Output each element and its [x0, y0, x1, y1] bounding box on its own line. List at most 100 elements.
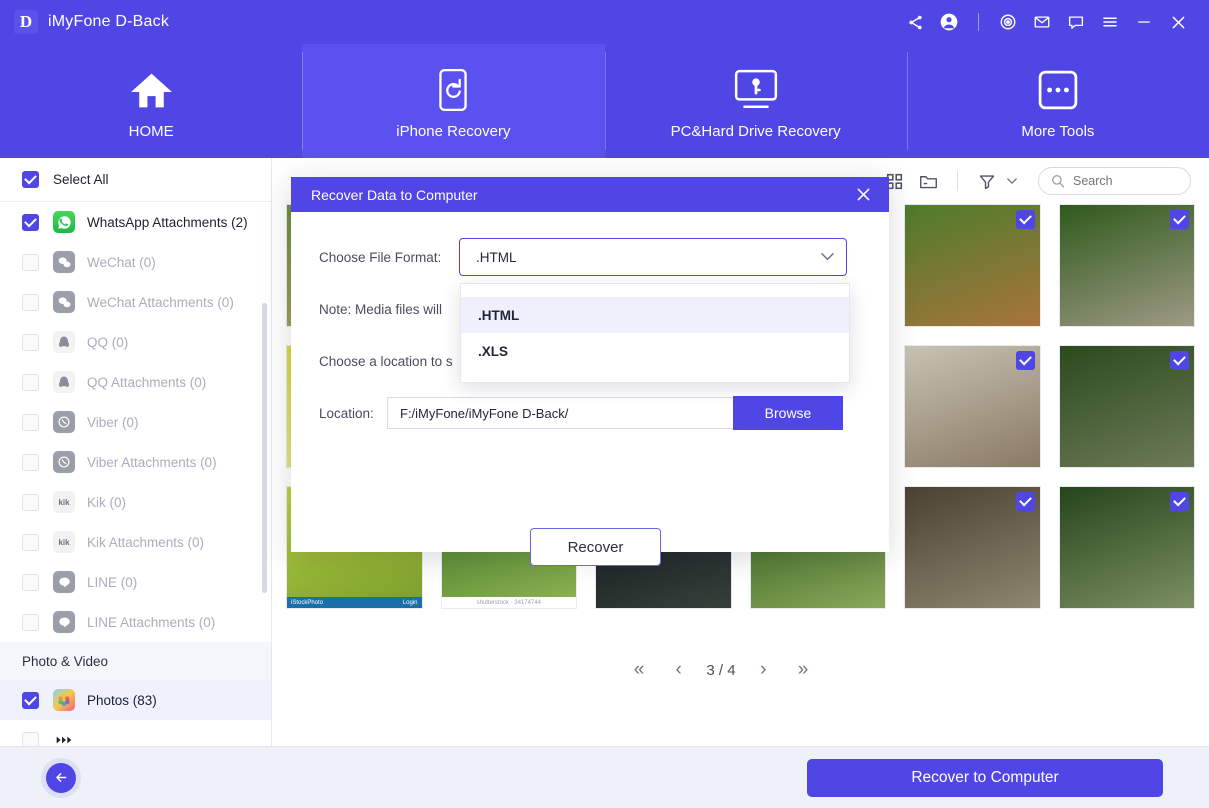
app-window: D iMyFone D-Back HOME iPhone Recovery PC…	[0, 0, 1209, 808]
photo-checkbox[interactable]	[1015, 351, 1035, 370]
photo-checkbox[interactable]	[1170, 351, 1189, 370]
sidebar-item-photos[interactable]: Photos (83)	[0, 680, 271, 720]
next-page-button[interactable]: ›	[751, 659, 775, 681]
tab-iphone-recovery[interactable]: iPhone Recovery	[302, 44, 605, 158]
photo-checkbox[interactable]	[1015, 492, 1035, 511]
line-icon	[53, 571, 75, 593]
page-indicator: 3 / 4	[706, 661, 736, 679]
sidebar-item-wechat[interactable]: WeChat (0)	[0, 242, 271, 282]
dropdown-option-html[interactable]: .HTML	[461, 297, 849, 333]
row-checkbox[interactable]	[22, 493, 39, 511]
sidebar-group-photo-video: Photo & Video	[0, 642, 271, 680]
sidebar-item-qq-attachments[interactable]: QQ Attachments (0)	[0, 362, 271, 402]
photo-cell[interactable]	[1058, 204, 1195, 327]
location-prompt: Choose a location to s	[319, 353, 453, 369]
photo-caption-right: shutterstock · 34174744	[476, 599, 541, 606]
wechat-icon	[53, 251, 75, 273]
file-format-dropdown: .HTML .XLS	[460, 283, 850, 383]
select-all-label: Select All	[53, 172, 109, 187]
filter-icon[interactable]	[970, 164, 1004, 198]
first-page-button[interactable]: «	[627, 659, 651, 681]
search-box[interactable]	[1038, 167, 1191, 195]
file-format-select[interactable]: .HTML	[459, 238, 847, 276]
sidebar-item-line[interactable]: LINE (0)	[0, 562, 271, 602]
photo-cell[interactable]	[904, 486, 1041, 609]
row-checkbox[interactable]	[22, 731, 39, 746]
last-page-button[interactable]: »	[791, 659, 815, 681]
sidebar-item-videos-partial[interactable]	[0, 720, 271, 746]
photo-cell[interactable]	[1058, 486, 1195, 609]
recover-to-computer-button[interactable]: Recover to Computer	[807, 758, 1163, 797]
row-checkbox[interactable]	[22, 613, 39, 631]
viber-icon	[53, 451, 75, 473]
row-checkbox[interactable]	[22, 533, 39, 551]
search-icon	[1052, 175, 1065, 188]
photo-cell[interactable]	[904, 345, 1041, 468]
menu-icon[interactable]	[1093, 4, 1127, 40]
kik-icon: kik	[53, 531, 75, 553]
row-checkbox[interactable]	[22, 413, 39, 431]
chevron-down-icon[interactable]	[1004, 164, 1020, 198]
row-checkbox[interactable]	[22, 293, 39, 311]
photo-cell[interactable]	[904, 204, 1041, 327]
sidebar-item-kik-attachments[interactable]: kik Kik Attachments (0)	[0, 522, 271, 562]
photo-checkbox[interactable]	[1170, 210, 1189, 229]
sidebar-list: WhatsApp Attachments (2) WeChat (0) WeCh…	[0, 202, 271, 746]
mail-icon[interactable]	[1025, 4, 1059, 40]
row-checkbox[interactable]	[22, 333, 39, 351]
sidebar-item-label: QQ (0)	[87, 334, 129, 350]
sidebar-item-label: QQ Attachments (0)	[87, 374, 207, 390]
tab-pc-hard-drive-recovery[interactable]: PC&Hard Drive Recovery	[604, 44, 907, 158]
tab-iphone-recovery-label: iPhone Recovery	[396, 122, 511, 140]
photo-checkbox[interactable]	[1170, 492, 1189, 511]
prev-page-button[interactable]: ‹	[667, 659, 691, 681]
dialog-close-icon[interactable]	[851, 183, 875, 207]
sidebar-scrollbar[interactable]	[262, 303, 267, 593]
file-format-value: .HTML	[476, 249, 517, 265]
sidebar-item-viber-attachments[interactable]: Viber Attachments (0)	[0, 442, 271, 482]
qq-icon	[53, 331, 75, 353]
account-icon[interactable]	[932, 4, 966, 40]
arrow-left-icon	[55, 773, 66, 782]
tab-more-tools[interactable]: More Tools	[906, 44, 1209, 158]
share-icon[interactable]	[898, 4, 932, 40]
sidebar-item-label: WeChat Attachments (0)	[87, 294, 234, 310]
wechat-icon	[53, 291, 75, 313]
target-icon[interactable]	[991, 4, 1025, 40]
sidebar-item-viber[interactable]: Viber (0)	[0, 402, 271, 442]
sidebar-item-wechat-attachments[interactable]: WeChat Attachments (0)	[0, 282, 271, 322]
sidebar-item-line-attachments[interactable]: LINE Attachments (0)	[0, 602, 271, 642]
location-input[interactable]	[387, 397, 733, 429]
select-all-checkbox[interactable]	[22, 171, 39, 188]
recover-button[interactable]: Recover	[530, 528, 661, 566]
tab-home[interactable]: HOME	[0, 44, 302, 158]
folder-view-icon[interactable]	[911, 164, 945, 198]
row-checkbox[interactable]	[22, 373, 39, 391]
sidebar-item-label: Photos (83)	[87, 692, 157, 708]
row-checkbox[interactable]	[22, 573, 39, 591]
sidebar-item-qq[interactable]: QQ (0)	[0, 322, 271, 362]
photo-cell[interactable]	[1058, 345, 1195, 468]
dialog-title: Recover Data to Computer	[311, 186, 478, 203]
row-checkbox[interactable]	[22, 213, 39, 231]
select-all-row[interactable]: Select All	[0, 158, 271, 202]
sidebar-item-label: LINE (0)	[87, 574, 138, 590]
home-icon	[129, 67, 174, 113]
tab-more-tools-label: More Tools	[1021, 122, 1095, 140]
browse-button[interactable]: Browse	[733, 396, 843, 430]
row-checkbox[interactable]	[22, 253, 39, 271]
chevron-down-icon	[821, 248, 834, 266]
sidebar-item-kik[interactable]: kik Kik (0)	[0, 482, 271, 522]
close-icon[interactable]	[1161, 4, 1195, 40]
minimize-icon[interactable]	[1127, 4, 1161, 40]
row-checkbox[interactable]	[22, 453, 39, 471]
row-checkbox[interactable]	[22, 691, 39, 709]
search-input[interactable]	[1073, 174, 1173, 188]
photo-checkbox[interactable]	[1015, 210, 1035, 229]
sidebar-item-whatsapp-attachments[interactable]: WhatsApp Attachments (2)	[0, 202, 271, 242]
location-label: Location:	[319, 405, 374, 421]
dropdown-option-xls[interactable]: .XLS	[461, 333, 849, 369]
back-button[interactable]	[46, 762, 76, 793]
chat-icon[interactable]	[1059, 4, 1093, 40]
tab-home-label: HOME	[128, 122, 174, 140]
